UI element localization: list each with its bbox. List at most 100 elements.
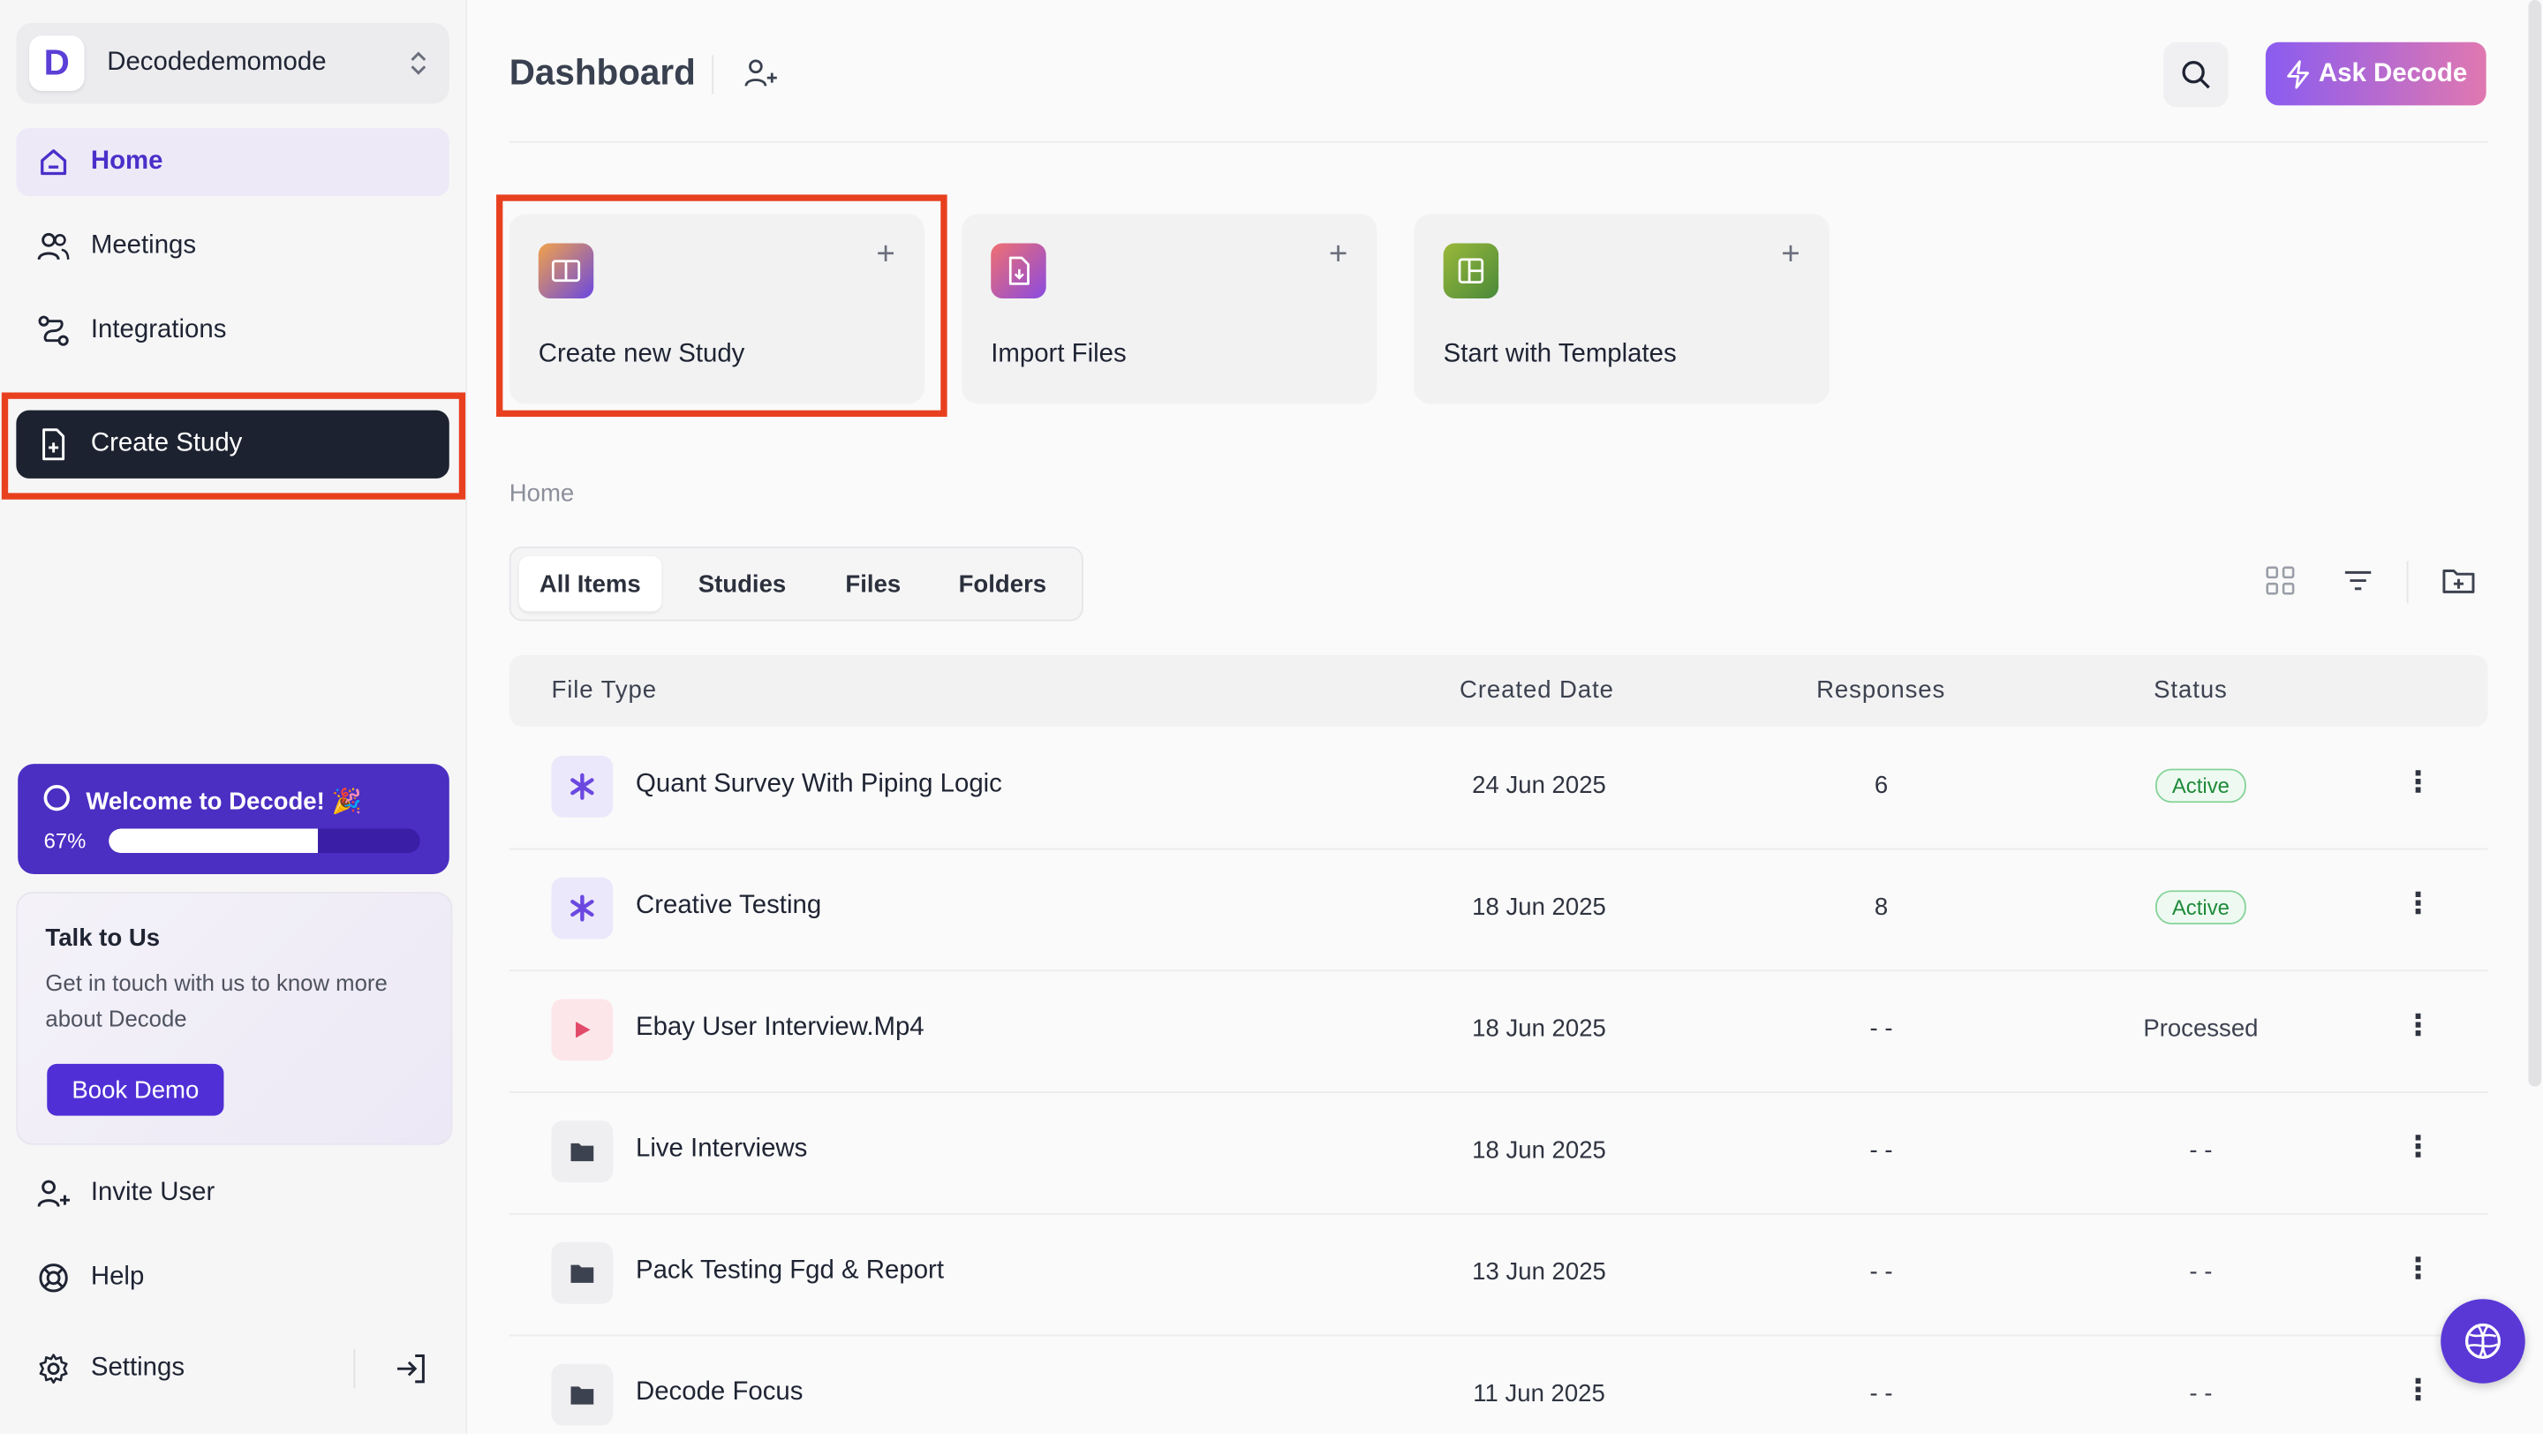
highlight-box [496,194,947,418]
integrations-icon [35,313,71,348]
circle-icon [43,784,70,811]
add-member-icon[interactable] [743,57,778,97]
col-responses[interactable]: Responses [1816,676,1945,704]
card-label: Import Files [991,340,1127,368]
row-responses: 8 [1874,894,1889,922]
chevron-updown-icon [411,51,426,75]
scrollbar[interactable] [2528,0,2542,1087]
row-date: 13 Jun 2025 [1472,1258,1606,1286]
import-files-card[interactable]: + Import Files [962,214,1377,404]
more-icon[interactable]: ⋮ [2403,1374,2433,1408]
search-icon [2182,61,2210,89]
progress-bar [109,828,420,854]
table-header: File Type Created Date Responses Status [509,655,2488,727]
folder-icon [551,1363,614,1426]
lifebuoy-icon [35,1260,71,1295]
sidebar-item-meetings[interactable]: Meetings [16,213,449,281]
status-badge: Active [2155,768,2246,803]
plus-icon: + [1781,237,1800,273]
row-status: - - [2189,1258,2213,1286]
row-status: - - [2189,1380,2213,1408]
help-label: Help [90,1263,145,1292]
sidebar-item-label: Meetings [90,231,197,260]
book-demo-button[interactable]: Book Demo [47,1063,224,1116]
row-status: Active [2099,768,2303,806]
sidebar-item-label: Integrations [90,316,227,344]
folder-icon [551,1120,614,1182]
workspace-name: Decodedemomode [107,49,327,77]
tab-files[interactable]: Files [823,556,924,611]
table-row[interactable]: Decode Focus 11 Jun 2025 - - - - ⋮ [509,1335,2488,1456]
table-row[interactable]: Live Interviews 18 Jun 2025 - - - - ⋮ [509,1091,2488,1215]
template-icon [1443,243,1499,298]
ask-decode-button[interactable]: Ask Decode [2265,41,2486,106]
row-responses: 6 [1874,772,1889,800]
breadcrumb[interactable]: Home [509,480,574,508]
col-created-date[interactable]: Created Date [1460,676,1614,704]
workspace-switcher[interactable]: D Decodedemomode [16,22,449,104]
globe-icon [2464,1323,2501,1359]
search-button[interactable] [2163,41,2229,108]
study-icon [551,755,614,818]
lightning-icon [2286,59,2309,88]
table-row[interactable]: Pack Testing Fgd & Report 13 Jun 2025 - … [509,1213,2488,1337]
main-content: Dashboard Ask Decode + Create new Study … [466,0,2543,1434]
row-name: Ebay User Interview.Mp4 [635,1013,924,1042]
filter-tabs: All Items Studies Files Folders [509,546,1083,622]
gear-icon [35,1351,71,1386]
grid-view-icon[interactable] [2264,564,2297,605]
sidebar: D Decodedemomode Home Meetings Integrati… [0,0,467,1434]
settings-button[interactable]: Settings [35,1351,185,1386]
divider [712,55,714,94]
play-icon [551,999,614,1061]
page-title: Dashboard [509,51,696,93]
more-icon[interactable]: ⋮ [2403,766,2433,800]
more-icon[interactable]: ⋮ [2403,1252,2433,1286]
filter-icon[interactable] [2342,564,2374,605]
invite-user-button[interactable]: Invite User [35,1176,215,1211]
talk-text: Get in touch with us to know more about … [45,969,388,1032]
sidebar-item-integrations[interactable]: Integrations [16,297,449,365]
folder-icon [551,1241,614,1304]
row-name: Quant Survey With Piping Logic [635,770,1002,798]
settings-label: Settings [90,1354,185,1382]
welcome-title: Welcome to Decode! 🎉 [86,788,362,816]
talk-to-us-card: Talk to Us Get in touch with us to know … [16,892,453,1145]
col-file-type[interactable]: File Type [551,676,657,704]
row-name: Live Interviews [635,1135,808,1163]
table-row[interactable]: Ebay User Interview.Mp4 18 Jun 2025 - - … [509,969,2488,1093]
tab-studies[interactable]: Studies [661,556,823,611]
col-status[interactable]: Status [2154,676,2228,704]
row-status: Processed [2143,1015,2259,1043]
onboarding-progress-card[interactable]: Welcome to Decode! 🎉 67% [18,764,449,874]
invite-user-label: Invite User [90,1179,215,1207]
logout-icon[interactable] [392,1349,431,1396]
more-icon[interactable]: ⋮ [2403,1130,2433,1165]
table-row[interactable]: Quant Survey With Piping Logic 24 Jun 20… [509,727,2488,850]
help-button[interactable]: Help [35,1260,144,1295]
tab-all-items[interactable]: All Items [518,555,661,612]
assistant-fab-button[interactable] [2441,1299,2525,1384]
row-name: Pack Testing Fgd & Report [635,1256,945,1285]
row-date: 18 Jun 2025 [1472,1136,1606,1165]
highlight-box [1,392,466,500]
user-plus-icon [35,1176,71,1211]
ask-decode-label: Ask Decode [2318,59,2468,87]
row-name: Creative Testing [635,892,822,920]
more-icon[interactable]: ⋮ [2403,887,2433,922]
divider [509,140,2488,143]
status-badge: Active [2155,890,2246,924]
sidebar-item-home[interactable]: Home [16,128,449,197]
workspace-logo: D [29,35,85,91]
users-icon [35,229,71,264]
study-icon [551,877,614,939]
row-responses: - - [1869,1015,1893,1043]
start-with-templates-card[interactable]: + Start with Templates [1414,214,1830,404]
folder-plus-icon[interactable] [2441,564,2476,605]
more-icon[interactable]: ⋮ [2403,1008,2433,1043]
progress-percent: 67% [43,828,87,854]
card-label: Start with Templates [1443,340,1677,368]
table-row[interactable]: Creative Testing 18 Jun 2025 8 Active ⋮ [509,849,2488,972]
tab-folders[interactable]: Folders [924,556,1082,611]
sidebar-item-label: Home [90,147,163,176]
